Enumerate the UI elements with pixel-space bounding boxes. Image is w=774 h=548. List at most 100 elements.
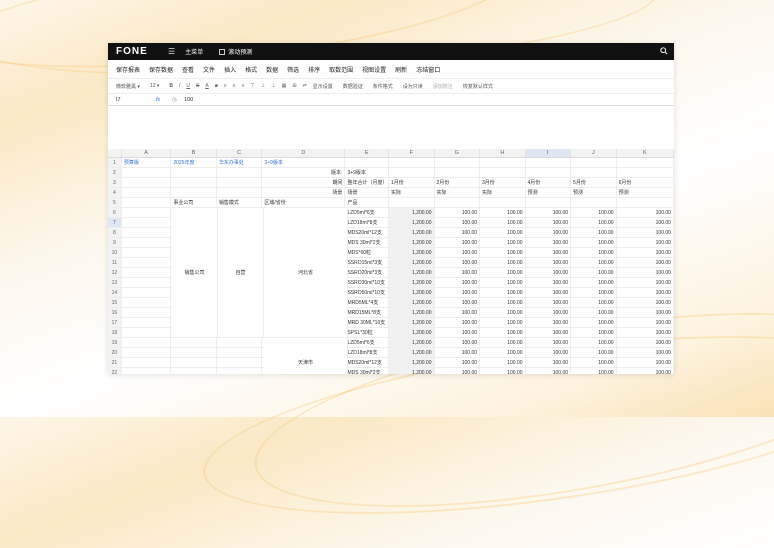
row-number[interactable]: 8 [108,228,122,237]
column-header[interactable]: B [171,149,217,157]
column-header[interactable]: G [435,149,481,157]
pov-plan[interactable]: 3+9版本 [262,158,346,167]
value-cell[interactable]: 100.00 [617,238,674,247]
cell[interactable] [617,168,674,177]
value-cell[interactable]: 100.00 [617,258,674,267]
value-cell[interactable]: 100.00 [571,208,617,217]
underline-button[interactable]: U [186,83,190,89]
conditional-format-button[interactable]: 条件格式 [373,83,393,90]
menu-item-8[interactable]: 排序 [308,65,320,74]
value-cell[interactable]: 100.00 [435,298,481,307]
scenario-4[interactable]: 预测 [526,188,572,197]
value-cell[interactable]: 100.00 [435,278,481,287]
value-cell[interactable]: 100.00 [617,248,674,257]
cell[interactable] [617,158,674,167]
value-cell[interactable]: 100.00 [435,328,481,337]
product-cell[interactable]: SSRO20ml*3支 [345,268,389,277]
value-cell[interactable]: 100.00 [571,328,617,337]
product-cell[interactable]: SSRO30ml*10支 [345,278,389,287]
pov-year[interactable]: 2025年度 [171,158,217,167]
cell[interactable] [171,188,217,197]
cell[interactable] [571,198,617,207]
value-cell[interactable]: 100.00 [480,288,526,297]
cell[interactable] [171,178,217,187]
row-number[interactable]: 16 [108,308,122,317]
value-cell[interactable]: 1,200.00 [388,338,435,347]
strikethrough-button[interactable]: S [196,83,199,89]
cell[interactable] [435,198,481,207]
value-cell[interactable]: 100.00 [571,258,617,267]
cell[interactable] [122,228,172,237]
row-number[interactable]: 1 [108,158,122,167]
menu-item-2[interactable]: 查看 [182,65,194,74]
value-cell[interactable]: 100.00 [571,248,617,257]
scenario-total[interactable]: 场景 [345,188,389,197]
cell[interactable] [389,198,435,207]
cell[interactable] [389,158,435,167]
value-cell[interactable]: 100.00 [480,258,526,267]
cell[interactable] [171,348,217,357]
period-5[interactable]: 5月份 [571,178,617,187]
cell[interactable] [480,168,526,177]
period-3[interactable]: 3月份 [480,178,526,187]
formula-input[interactable]: 100 [184,97,193,103]
value-cell[interactable]: 100.00 [526,248,572,257]
header-company[interactable]: 事业公司 [171,198,217,207]
cell[interactable] [122,198,172,207]
product-cell[interactable]: SSRO15ml*3支 [345,258,389,267]
pov-version[interactable]: 预算版 [122,158,172,167]
cell[interactable] [217,358,263,367]
value-cell[interactable]: 100.00 [435,288,481,297]
product-cell[interactable]: SSRO50ml*10支 [345,288,389,297]
data-validation-button[interactable]: 数据验证 [343,83,363,90]
value-cell[interactable]: 1,200.00 [388,278,435,287]
value-cell[interactable]: 100.00 [526,208,572,217]
value-cell[interactable]: 100.00 [480,308,526,317]
set-readonly-button[interactable]: 设为只读 [403,83,423,90]
cell[interactable] [171,358,217,367]
cell[interactable] [435,158,481,167]
period-1[interactable]: 1月份 [389,178,435,187]
column-header[interactable]: C [217,149,263,157]
value-cell[interactable]: 1,200.00 [388,288,435,297]
value-cell[interactable]: 100.00 [617,278,674,287]
value-cell[interactable]: 100.00 [617,218,674,227]
main-menu-link[interactable]: 主菜单 [185,47,203,56]
align-left-icon[interactable]: ≡ [224,83,227,89]
cell[interactable] [122,278,172,287]
value-cell[interactable]: 100.00 [526,328,572,337]
value-cell[interactable]: 100.00 [435,308,481,317]
product-cell[interactable]: LZD18ml*8支 [345,218,389,227]
value-cell[interactable]: 100.00 [617,338,674,347]
italic-button[interactable]: I [179,83,180,89]
valign-bottom-icon[interactable]: ⊥ [271,83,275,89]
row-number[interactable]: 20 [108,348,122,357]
column-header[interactable]: K [617,149,674,157]
row-number[interactable]: 7 [108,218,122,227]
value-cell[interactable]: 100.00 [435,268,481,277]
value-cell[interactable]: 100.00 [480,318,526,327]
cell[interactable] [571,168,617,177]
period-0[interactable]: 整年合计（月度） [345,178,389,187]
value-cell[interactable]: 100.00 [526,338,572,347]
cell[interactable] [122,238,172,247]
value-cell[interactable]: 100.00 [571,348,617,357]
cell[interactable] [435,168,481,177]
value-cell[interactable]: 1,200.00 [388,208,435,217]
cell[interactable] [526,158,572,167]
row-number[interactable]: 19 [108,338,122,347]
product-cell[interactable]: MDS20ml*12支 [345,358,389,367]
value-cell[interactable]: 100.00 [480,368,526,374]
value-cell[interactable]: 100.00 [526,228,572,237]
cell[interactable] [122,368,172,374]
value-cell[interactable]: 100.00 [617,358,674,367]
scenario-6[interactable]: 预测 [617,188,674,197]
value-cell[interactable]: 100.00 [526,238,572,247]
value-cell[interactable]: 100.00 [435,348,481,357]
value-cell[interactable]: 100.00 [571,318,617,327]
value-cell[interactable]: 1,200.00 [388,368,435,374]
row-number[interactable]: 21 [108,358,122,367]
version-label[interactable]: 版本: [262,168,346,177]
value-cell[interactable]: 100.00 [617,288,674,297]
cell[interactable] [389,168,435,177]
